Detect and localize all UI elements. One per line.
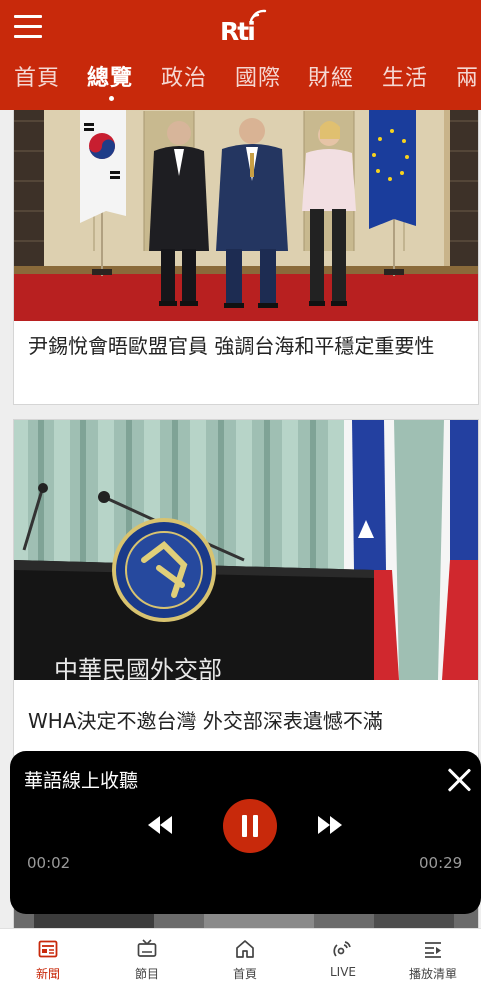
article-photo-summit [14,110,478,321]
article-title[interactable]: WHA決定不邀台灣 外交部深表遺憾不滿 [28,706,464,737]
news-icon [38,940,58,958]
nav-home[interactable]: 首頁 [197,929,293,982]
close-icon[interactable] [446,767,472,793]
rewind-icon[interactable] [146,814,174,836]
article-photo-mofa: 中華民國外交部 [14,420,478,680]
nav-label: 播放清單 [408,967,457,981]
hamburger-menu-icon[interactable] [14,12,44,42]
tab-overview[interactable]: 總覽 [87,60,133,100]
tab-international[interactable]: 國際 [235,60,281,100]
tab-finance[interactable]: 財經 [308,60,354,100]
nav-label: 節目 [134,967,159,981]
tab-cross-strait[interactable]: 兩 [456,60,479,100]
podium-lettering: 中華民國外交部 [54,656,222,680]
fast-forward-icon[interactable] [316,814,344,836]
playlist-icon [425,942,441,958]
nav-label: 新聞 [35,967,60,981]
rti-logo[interactable]: Rti [220,8,272,48]
tab-home[interactable]: 首頁 [14,60,60,100]
total-time: 00:29 [419,854,463,872]
live-broadcast-icon [333,941,351,957]
home-icon [236,940,254,958]
audio-player: 華語線上收聽 00:02 00:29 [10,751,481,914]
tv-icon [137,939,157,957]
nav-label: 首頁 [232,967,257,981]
tab-politics[interactable]: 政治 [161,60,207,100]
signal-icon [249,9,267,24]
news-card[interactable]: 中華民國外交部 WHA決定不邀台灣 外交部深表遺憾不滿 [13,419,479,759]
app-header: Rti 首頁 總覽 政治 國際 財經 生活 兩 [0,0,481,110]
nav-playlist[interactable]: 播放清單 [385,929,481,982]
nav-programs[interactable]: 節目 [99,929,195,982]
article-title[interactable]: 尹錫悅會晤歐盟官員 強調台海和平穩定重要性 [28,331,464,362]
nav-news[interactable]: 新聞 [0,929,96,982]
nav-live[interactable]: LIVE [295,929,391,982]
pause-button[interactable] [223,799,277,853]
active-tab-indicator [109,96,114,101]
player-title: 華語線上收聽 [24,770,139,792]
nav-label: LIVE [329,965,356,979]
current-time: 00:02 [27,854,71,872]
category-tabs: 首頁 總覽 政治 國際 財經 生活 兩 [0,60,481,104]
tab-life[interactable]: 生活 [382,60,428,100]
news-card[interactable]: 尹錫悅會晤歐盟官員 強調台海和平穩定重要性 [13,110,479,405]
bottom-navigation: 新聞 節目 首頁 LIVE 播放清單 [0,928,481,982]
